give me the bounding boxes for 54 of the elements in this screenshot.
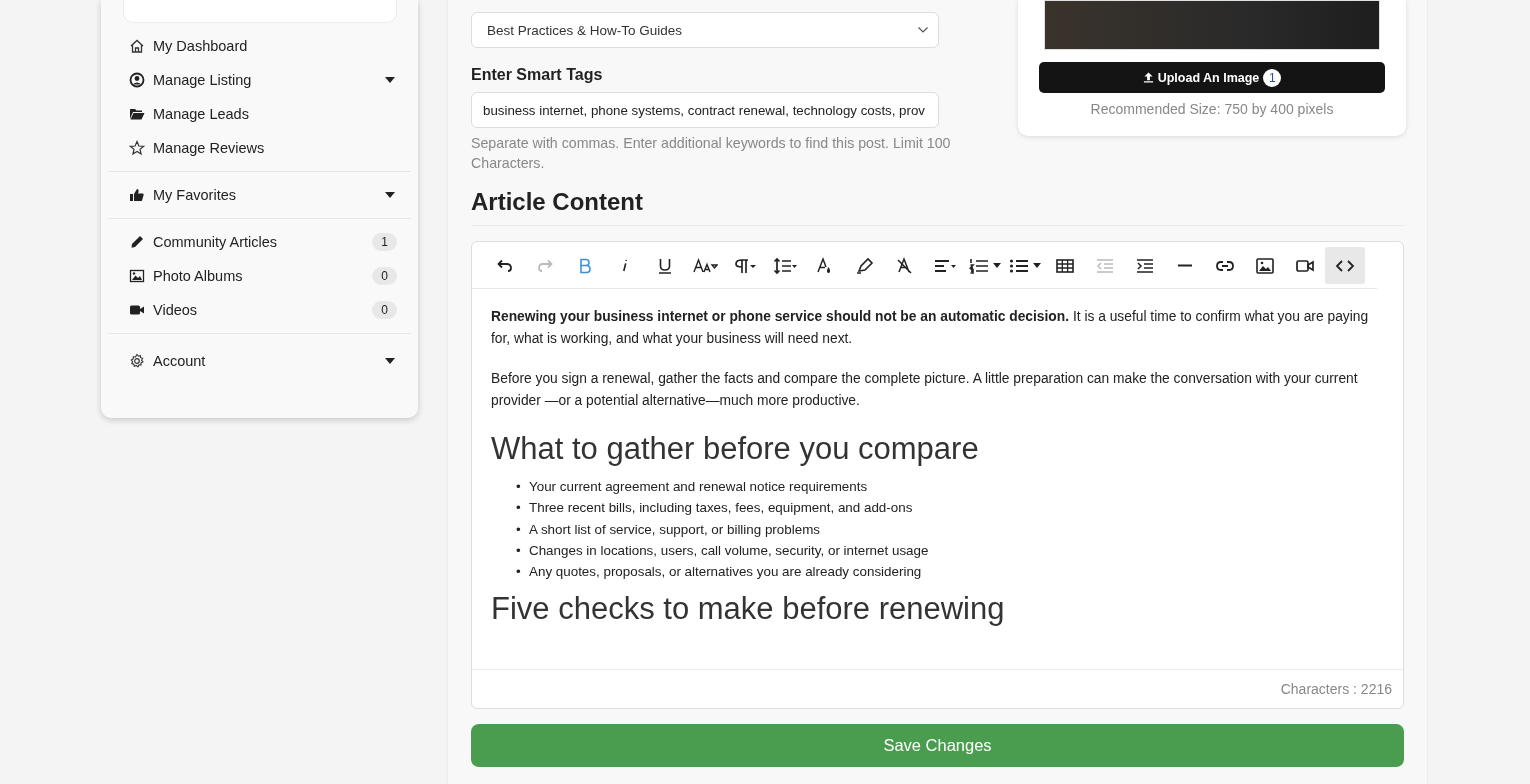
chevron-down-icon <box>918 27 928 33</box>
house-icon <box>129 38 145 54</box>
sidebar-item[interactable]: Manage Leads <box>108 97 411 131</box>
italic-icon <box>622 259 628 272</box>
user-circle-icon <box>129 72 145 88</box>
caret-icon <box>1033 263 1041 268</box>
section-heading: Article Content <box>471 188 1404 226</box>
caret-icon <box>993 263 1001 268</box>
field-label: Enter Smart Tags <box>471 66 604 84</box>
image-icon <box>1255 255 1275 276</box>
bullet-marker: • <box>516 520 522 539</box>
sidebar-item[interactable]: Account <box>108 344 411 378</box>
line-height-icon <box>772 255 798 276</box>
sidebar-item[interactable]: Manage Reviews <box>108 131 411 165</box>
character-count: Characters : 2216 <box>1280 681 1392 697</box>
sidebar-item[interactable]: My Dashboard <box>108 29 411 63</box>
sidebar-item[interactable]: Videos 0 <box>108 293 411 327</box>
sidebar-item[interactable]: Photo Albums 0 <box>108 259 411 293</box>
list-item: Changes in locations, users, call volume, security, or internet usage <box>529 541 929 560</box>
paragraph: Before you sign a renewal, gather the facts and compare the complete picture. A little preparation can make the conversation with your current provider —or a potential alternative—much more productive. <box>491 370 1359 410</box>
list-item: Any quotes, proposals, or alternatives you are already considering <box>529 563 922 582</box>
sidebar-item[interactable]: Manage Listing <box>108 63 411 97</box>
bullet-marker: • <box>516 499 522 518</box>
pencil-icon <box>129 234 145 250</box>
sidebar-item[interactable]: Community Articles 1 <box>108 225 411 259</box>
gear-icon <box>129 353 145 369</box>
size-hint: Recommended Size: 750 by 400 pixels <box>1090 101 1334 117</box>
marker-icon <box>855 255 875 276</box>
thumbs-up-icon <box>129 187 145 203</box>
count-badge: 1 <box>1263 68 1282 87</box>
list-item: A short list of service, support, or billing problems <box>529 520 820 539</box>
content-heading: Five checks to make before renewing <box>491 590 1006 629</box>
tags-input-field[interactable]: business internet, phone systems, contract renewal, technology costs, prov <box>471 92 939 128</box>
sidebar-item[interactable]: My Favorites <box>108 178 411 212</box>
bullet-marker: • <box>516 478 522 496</box>
picture-icon <box>129 268 145 284</box>
star-icon <box>129 140 145 156</box>
count-badge: 0 <box>372 301 397 319</box>
count-badge: 1 <box>372 233 397 251</box>
content-heading: What to gather before you compare <box>491 430 980 468</box>
count-badge: 0 <box>372 267 397 285</box>
code-button[interactable] <box>1325 247 1365 284</box>
category-select[interactable]: Best Practices & How-To Guides <box>471 12 939 48</box>
list-item: Your current agreement and renewal notice requirements <box>529 478 868 496</box>
help-text: Separate with commas. Enter additional keywords to find this post. Limit 100 Characters. <box>471 134 952 173</box>
horizontal-rule-icon <box>1177 264 1193 267</box>
bullet-marker: • <box>516 541 522 560</box>
upload-icon <box>1142 72 1154 83</box>
list-item: Three recent bills, including taxes, fees, equipment, and add-ons <box>529 499 913 518</box>
folder-icon <box>129 106 145 122</box>
paragraph: Renewing your business internet or phone service should not be an automatic decision. It is a useful time to confirm what you are paying for, what is working, and what your business will need next. <box>491 308 1370 348</box>
upload-image-button[interactable]: Upload An Image 1 <box>1039 62 1385 93</box>
bullet-marker: • <box>516 563 522 582</box>
rich-text-editor[interactable] <box>471 241 1404 709</box>
